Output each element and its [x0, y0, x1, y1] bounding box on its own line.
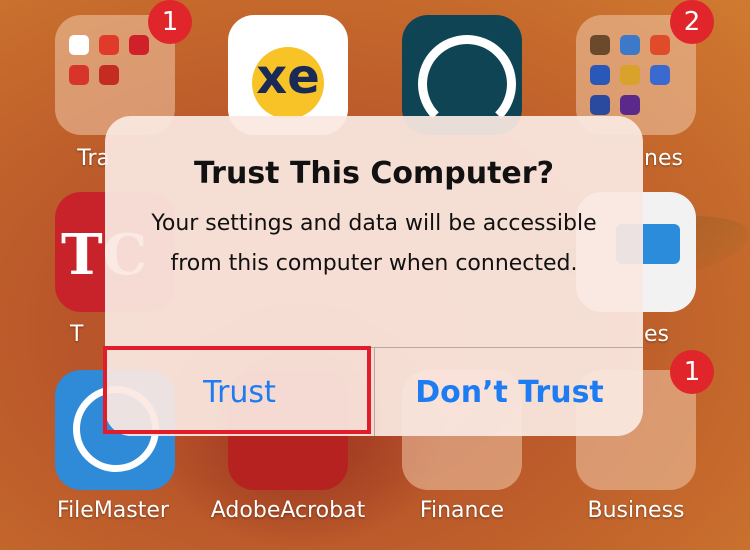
alert-title: Trust This Computer? [194, 156, 554, 191]
game-mini-icon-5 [620, 65, 640, 85]
alert-message: Your settings and data will be accessibl… [151, 211, 597, 276]
trust-button-highlight [103, 346, 371, 434]
mmt-mini-icon [129, 35, 149, 55]
game-mini-icon-7 [590, 95, 610, 115]
game-mini-icon-1 [590, 35, 610, 55]
trivago-mini-icon [69, 35, 89, 55]
filemaster-label: FileMaster [57, 498, 169, 523]
games-folder-label: nes [644, 146, 683, 171]
adobe-acrobat-label: AdobeAcrobat [210, 498, 366, 523]
bus-mini-icon [69, 65, 89, 85]
travel-folder-badge: 1 [148, 0, 192, 44]
emirates-mini-icon [99, 65, 119, 85]
row2-right-label: es [644, 322, 669, 347]
game-mini-icon-3 [650, 35, 670, 55]
go-mini-icon [99, 35, 119, 55]
xe-logo-text: xe [256, 49, 320, 105]
games-folder-badge: 2 [670, 0, 714, 44]
business-folder-label: Business [587, 498, 685, 523]
finance-folder-label: Finance [419, 498, 505, 523]
business-folder-badge: 1 [670, 350, 714, 394]
game-mini-icon-4 [590, 65, 610, 85]
game-mini-icon-8 [620, 95, 640, 115]
game-mini-icon-6 [650, 65, 670, 85]
dont-trust-button[interactable]: Don’t Trust [375, 348, 643, 436]
travel-folder-label: Tra [77, 146, 110, 171]
game-mini-icon-2 [620, 35, 640, 55]
